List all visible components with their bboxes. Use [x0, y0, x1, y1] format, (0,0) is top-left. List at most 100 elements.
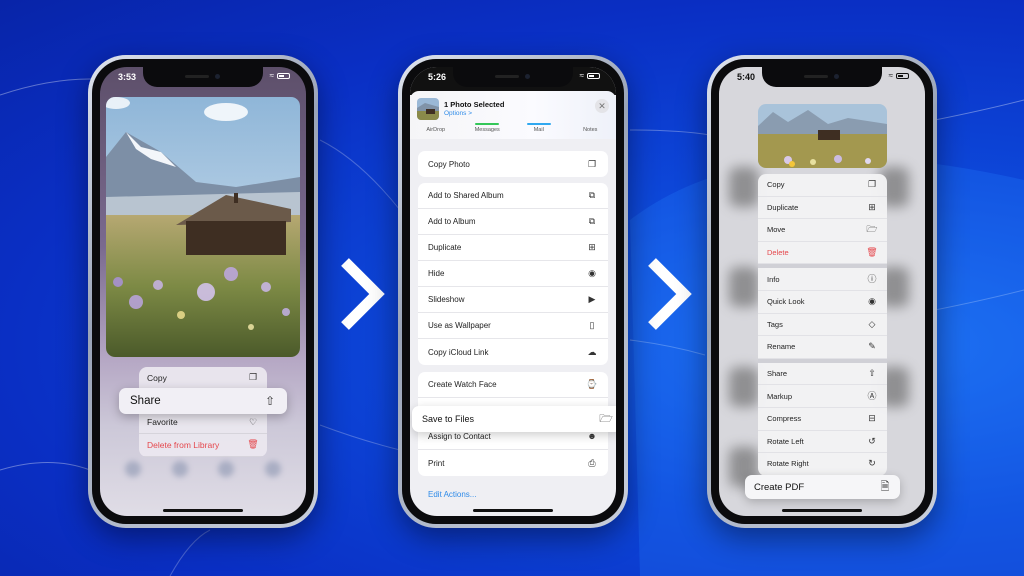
menu-item-info[interactable]: Info ⓘ [758, 268, 887, 291]
phone-screen: 5:40 ≈ Copy ❐ Duplicate ⊞ Move 🗁 Delete … [719, 67, 925, 516]
action-slideshow[interactable]: Slideshow ▶ [418, 287, 608, 313]
contact-icon: ☻ [587, 431, 597, 441]
printer-icon: ⎙ [588, 457, 596, 468]
menu-item-copy[interactable]: Copy ❐ [139, 367, 267, 390]
landscape-photo [758, 104, 887, 168]
action-duplicate[interactable]: Duplicate ⊞ [418, 235, 608, 261]
share-icon: ⇧ [868, 368, 876, 379]
menu-item-favorite[interactable]: Favorite ♡ [139, 412, 267, 434]
home-indicator [473, 509, 553, 512]
menu-item-copy[interactable]: Copy ❐ [758, 174, 887, 197]
action-add-to-album[interactable]: Add to Album ⧉ [418, 209, 608, 235]
eye-icon: ◉ [868, 296, 876, 307]
context-menu: Copy ❐ Duplicate ⊞ Move 🗁 Delete 🗑 Info … [758, 174, 887, 476]
action-add-to-shared-album[interactable]: Add to Shared Album ⧉ [418, 183, 608, 209]
trash-icon: 🗑 [247, 439, 259, 450]
home-indicator [782, 509, 862, 512]
menu-item-move[interactable]: Move 🗁 [758, 219, 887, 242]
home-indicator [163, 509, 243, 512]
notch [143, 67, 263, 87]
info-icon: ⓘ [867, 273, 877, 284]
action-hide[interactable]: Hide ◉ [418, 261, 608, 287]
menu-item-rotate-right[interactable]: Rotate Right ↻ [758, 453, 887, 476]
action-copy-photo[interactable]: Copy Photo ❐ [418, 151, 608, 177]
wifi-icon: ≈ [888, 71, 893, 80]
menu-item-share[interactable]: Share ⇧ [758, 363, 887, 386]
shared-album-icon: ⧉ [588, 190, 596, 200]
phone-screen: 3:53 ≈ Copy ❐ Favorite ♡ Delete from Lib… [100, 67, 306, 516]
app-mail[interactable]: Mail [519, 123, 559, 141]
copy-icon: ❐ [248, 372, 258, 383]
menu-item-compress[interactable]: Compress ⊟ [758, 408, 887, 431]
menu-item-rotate-left[interactable]: Rotate Left ↺ [758, 431, 887, 454]
action-copy-icloud-link[interactable]: Copy iCloud Link ☁ [418, 339, 608, 365]
chevron-right-icon [648, 258, 692, 330]
battery-icon [896, 72, 909, 79]
menu-item-delete-from-library[interactable]: Delete from Library 🗑 [139, 434, 267, 457]
folder-icon: 🗁 [599, 412, 613, 425]
share-app-row: AirDrop Messages Mail Notes [410, 123, 616, 141]
app-airdrop[interactable]: AirDrop [416, 127, 456, 141]
tag-icon: ◇ [868, 318, 876, 329]
watch-icon: ⌚ [586, 379, 598, 389]
eye-slash-icon: ◉ [588, 268, 596, 278]
folder-icon: 🗁 [866, 224, 878, 235]
heart-icon: ♡ [248, 416, 258, 427]
status-time: 5:26 [428, 72, 447, 82]
notch [453, 67, 573, 87]
share-icon: ⇧ [264, 394, 276, 408]
copy-icon: ❐ [867, 179, 877, 190]
action-group-photos: Add to Shared Album ⧉ Add to Album ⧉ Dup… [418, 183, 608, 365]
battery-icon [587, 72, 600, 79]
album-icon: ⧉ [588, 216, 596, 226]
status-time: 3:53 [118, 72, 137, 82]
trash-icon: 🗑 [866, 247, 878, 258]
menu-item-rename[interactable]: Rename ✎ [758, 336, 887, 359]
file-preview[interactable] [758, 104, 887, 168]
action-group-copy: Copy Photo ❐ [418, 151, 608, 177]
menu-item-create-pdf[interactable]: Create PDF 🗎 [745, 475, 900, 499]
action-use-as-wallpaper[interactable]: Use as Wallpaper ▯ [418, 313, 608, 339]
chevron-right-icon [341, 258, 385, 330]
archive-icon: ⊟ [868, 413, 876, 424]
wifi-icon: ≈ [269, 71, 274, 80]
photo-thumbnail [417, 98, 439, 120]
notch [762, 67, 882, 87]
status-icons: ≈ [270, 71, 290, 80]
battery-icon [277, 72, 290, 79]
wifi-icon: ≈ [579, 71, 584, 80]
action-create-watch-face[interactable]: Create Watch Face ⌚ [418, 372, 608, 398]
status-icons: ≈ [889, 71, 909, 80]
edit-actions-link[interactable]: Edit Actions... [428, 490, 476, 499]
menu-item-quick-look[interactable]: Quick Look ◉ [758, 291, 887, 314]
pencil-icon: ✎ [868, 341, 876, 352]
sheet-title: 1 Photo Selected [444, 100, 505, 109]
phone-share-sheet: 5:26 ≈ 1 Photo Selected Options > ✕ AirD… [398, 55, 628, 528]
duplicate-icon: ⊞ [868, 201, 876, 212]
menu-item-share[interactable]: Share ⇧ [119, 388, 287, 414]
action-print[interactable]: Print ⎙ [418, 450, 608, 476]
landscape-photo [106, 97, 300, 357]
phone-screen: 5:26 ≈ 1 Photo Selected Options > ✕ AirD… [410, 67, 616, 516]
blurred-tab-bar [110, 461, 296, 491]
play-icon: ▶ [588, 294, 596, 304]
menu-item-duplicate[interactable]: Duplicate ⊞ [758, 197, 887, 220]
status-icons: ≈ [580, 71, 600, 80]
app-messages[interactable]: Messages [467, 123, 507, 141]
menu-item-delete[interactable]: Delete 🗑 [758, 242, 887, 265]
close-button[interactable]: ✕ [595, 99, 609, 113]
markup-icon: Ⓐ [867, 390, 877, 401]
cloud-link-icon: ☁ [587, 346, 597, 357]
options-link[interactable]: Options > [444, 110, 472, 117]
menu-item-tags[interactable]: Tags ◇ [758, 314, 887, 337]
photo-preview[interactable] [106, 97, 300, 357]
status-time: 5:40 [737, 72, 756, 82]
menu-item-markup[interactable]: Markup Ⓐ [758, 385, 887, 408]
action-save-to-files[interactable]: Save to Files 🗁 [412, 406, 616, 432]
phone-files-context-menu: 5:40 ≈ Copy ❐ Duplicate ⊞ Move 🗁 Delete … [707, 55, 937, 528]
app-notes[interactable]: Notes [570, 127, 610, 141]
copy-icon: ❐ [587, 158, 597, 169]
phone-photos-context-menu: 3:53 ≈ Copy ❐ Favorite ♡ Delete from Lib… [88, 55, 318, 528]
duplicate-icon: ⊞ [588, 242, 596, 252]
rotate-right-icon: ↻ [868, 458, 876, 469]
